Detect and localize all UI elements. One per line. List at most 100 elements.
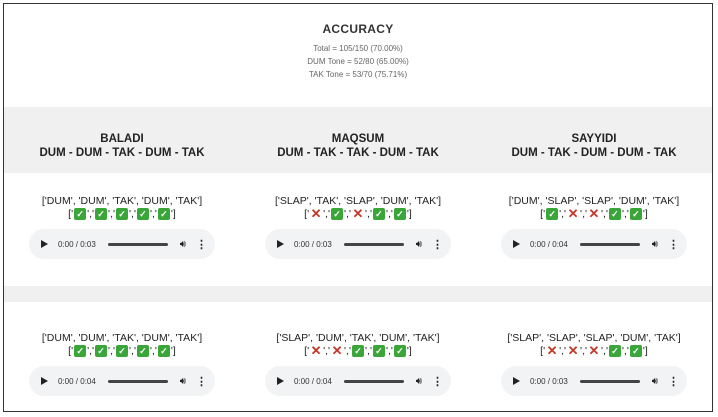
- volume-icon[interactable]: 🔊︎: [652, 239, 658, 250]
- audio-progress-slider[interactable]: [343, 242, 404, 246]
- check-icon: ✓: [352, 345, 364, 357]
- check-icon: ✓: [95, 345, 108, 357]
- rhythm-headers: BALADI DUM - DUM - TAK - DUM - TAK MAQSU…: [4, 107, 712, 173]
- audio-progress-slider[interactable]: [343, 379, 404, 383]
- cross-icon: ✕: [588, 343, 600, 358]
- sample-cell: ['SLAP', 'SLAP', 'SLAP', 'DUM', 'TAK']['…: [476, 302, 712, 411]
- check-icon: ✓: [608, 345, 621, 357]
- more-vert-icon[interactable]: ⋮: [668, 238, 679, 251]
- check-icon: ✓: [95, 208, 108, 220]
- rhythm-header-baladi: BALADI DUM - DUM - TAK - DUM - TAK: [4, 107, 240, 173]
- correctness-marks: [' ✕ ', ' ✓ ', ' ✕ ', ' ✓ ', ' ✓ ']: [304, 206, 412, 221]
- play-icon[interactable]: [277, 240, 284, 248]
- play-icon[interactable]: [513, 240, 520, 248]
- sample-cell: ['DUM', 'SLAP', 'SLAP', 'DUM', 'TAK'][' ✓…: [476, 173, 712, 286]
- audio-progress-slider[interactable]: [579, 242, 640, 246]
- rhythm-header-sayyidi: SAYYIDI DUM - TAK - DUM - DUM - TAK: [476, 107, 712, 173]
- check-icon: ✓: [629, 345, 642, 357]
- accuracy-title: ACCURACY: [322, 22, 394, 36]
- audio-progress-slider[interactable]: [579, 379, 640, 383]
- volume-icon[interactable]: 🔊︎: [180, 376, 186, 387]
- audio-player[interactable]: 0:00 / 0:03 🔊︎ ⋮: [29, 229, 215, 259]
- correctness-marks: [' ✓ ', ' ✓ ', ' ✓ ', ' ✓ ', ' ✓ ']: [68, 208, 176, 220]
- check-icon: ✓: [157, 345, 170, 357]
- rhythm-name: MAQSUM: [331, 133, 385, 145]
- play-icon[interactable]: [513, 377, 520, 385]
- result-row-2: ['DUM', 'DUM', 'TAK', 'DUM', 'TAK'][' ✓ ',…: [4, 302, 712, 411]
- check-icon: ✓: [546, 208, 559, 220]
- rhythm-name: BALADI: [100, 133, 144, 145]
- tak-accuracy: TAK Tone = 53/70 (75.71%): [308, 70, 408, 79]
- audio-time: 0:00 / 0:04: [294, 376, 332, 386]
- accuracy-summary: ACCURACY Total = 105/150 (70.00%) DUM To…: [4, 4, 712, 107]
- more-vert-icon[interactable]: ⋮: [432, 238, 443, 251]
- correctness-marks: [' ✓ ', ' ✕ ', ' ✕ ', ' ✓ ', ' ✓ ']: [540, 206, 648, 221]
- sample-cell: ['SLAP', 'DUM', 'TAK', 'DUM', 'TAK'][' ✕ '…: [240, 302, 476, 411]
- audio-player[interactable]: 0:00 / 0:03 🔊︎ ⋮: [265, 229, 451, 259]
- check-icon: ✓: [74, 208, 87, 220]
- more-vert-icon[interactable]: ⋮: [668, 375, 679, 388]
- play-icon[interactable]: [41, 377, 48, 385]
- cross-icon: ✕: [546, 343, 558, 358]
- audio-player[interactable]: 0:00 / 0:04 🔊︎ ⋮: [265, 366, 451, 396]
- check-icon: ✓: [74, 345, 87, 357]
- audio-player[interactable]: 0:00 / 0:04 🔊︎ ⋮: [501, 229, 687, 259]
- check-icon: ✓: [372, 208, 385, 220]
- correctness-marks: [' ✕ ', ' ✕ ', ' ✕ ', ' ✓ ', ' ✓ ']: [540, 343, 648, 358]
- cross-icon: ✕: [310, 206, 322, 221]
- check-icon: ✓: [393, 208, 406, 220]
- cross-icon: ✕: [588, 206, 600, 221]
- correctness-marks: [' ✕ ', ' ✕ ', ' ✓ ', ' ✓ ', ' ✓ ']: [304, 343, 412, 358]
- sample-cell: ['DUM', 'DUM', 'TAK', 'DUM', 'TAK'][' ✓ ',…: [4, 302, 240, 411]
- volume-icon[interactable]: 🔊︎: [416, 239, 422, 250]
- predicted-sequence: ['SLAP', 'DUM', 'TAK', 'DUM', 'TAK']: [276, 332, 440, 344]
- audio-progress-slider[interactable]: [107, 242, 168, 246]
- audio-time: 0:00 / 0:03: [530, 376, 568, 386]
- result-row-1: ['DUM', 'DUM', 'TAK', 'DUM', 'TAK'][' ✓ ',…: [4, 173, 712, 286]
- check-icon: ✓: [331, 208, 344, 220]
- row-divider: [4, 286, 712, 302]
- check-icon: ✓: [393, 345, 406, 357]
- audio-time: 0:00 / 0:04: [58, 376, 96, 386]
- audio-progress-slider[interactable]: [107, 379, 168, 383]
- correctness-marks: [' ✓ ', ' ✓ ', ' ✓ ', ' ✓ ', ' ✓ ']: [68, 345, 176, 357]
- more-vert-icon[interactable]: ⋮: [196, 375, 207, 388]
- volume-icon[interactable]: 🔊︎: [416, 376, 422, 387]
- volume-icon[interactable]: 🔊︎: [180, 239, 186, 250]
- check-icon: ✓: [157, 208, 170, 220]
- cross-icon: ✕: [310, 343, 322, 358]
- audio-player[interactable]: 0:00 / 0:04 🔊︎ ⋮: [29, 366, 215, 396]
- check-icon: ✓: [116, 345, 128, 357]
- play-icon[interactable]: [41, 240, 48, 248]
- play-icon[interactable]: [277, 377, 284, 385]
- cross-icon: ✕: [352, 206, 364, 221]
- cross-icon: ✕: [567, 206, 579, 221]
- dum-accuracy: DUM Tone = 52/80 (65.00%): [307, 57, 409, 66]
- total-accuracy: Total = 105/150 (70.00%): [313, 44, 403, 53]
- check-icon: ✓: [608, 208, 621, 220]
- check-icon: ✓: [136, 208, 149, 220]
- check-icon: ✓: [136, 345, 149, 357]
- volume-icon[interactable]: 🔊︎: [652, 376, 658, 387]
- check-icon: ✓: [629, 208, 642, 220]
- check-icon: ✓: [372, 345, 385, 357]
- sample-cell: ['SLAP', 'TAK', 'SLAP', 'DUM', 'TAK'][' ✕…: [240, 173, 476, 286]
- predicted-sequence: ['DUM', 'DUM', 'TAK', 'DUM', 'TAK']: [41, 195, 203, 207]
- more-vert-icon[interactable]: ⋮: [196, 238, 207, 251]
- rhythm-pattern: DUM - TAK - DUM - DUM - TAK: [511, 147, 677, 159]
- rhythm-header-maqsum: MAQSUM DUM - TAK - TAK - DUM - TAK: [240, 107, 476, 173]
- audio-player[interactable]: 0:00 / 0:03 🔊︎ ⋮: [501, 366, 687, 396]
- predicted-sequence: ['DUM', 'DUM', 'TAK', 'DUM', 'TAK']: [41, 332, 203, 344]
- audio-time: 0:00 / 0:04: [530, 239, 568, 249]
- sample-cell: ['DUM', 'DUM', 'TAK', 'DUM', 'TAK'][' ✓ ',…: [4, 173, 240, 286]
- page-frame: ACCURACY Total = 105/150 (70.00%) DUM To…: [3, 3, 713, 412]
- more-vert-icon[interactable]: ⋮: [432, 375, 443, 388]
- cross-icon: ✕: [331, 343, 343, 358]
- rhythm-pattern: DUM - DUM - TAK - DUM - TAK: [39, 147, 205, 159]
- check-icon: ✓: [116, 208, 128, 220]
- rhythm-pattern: DUM - TAK - TAK - DUM - TAK: [277, 147, 439, 159]
- audio-time: 0:00 / 0:03: [294, 239, 332, 249]
- cross-icon: ✕: [567, 343, 579, 358]
- audio-time: 0:00 / 0:03: [58, 239, 96, 249]
- rhythm-name: SAYYIDI: [571, 133, 617, 145]
